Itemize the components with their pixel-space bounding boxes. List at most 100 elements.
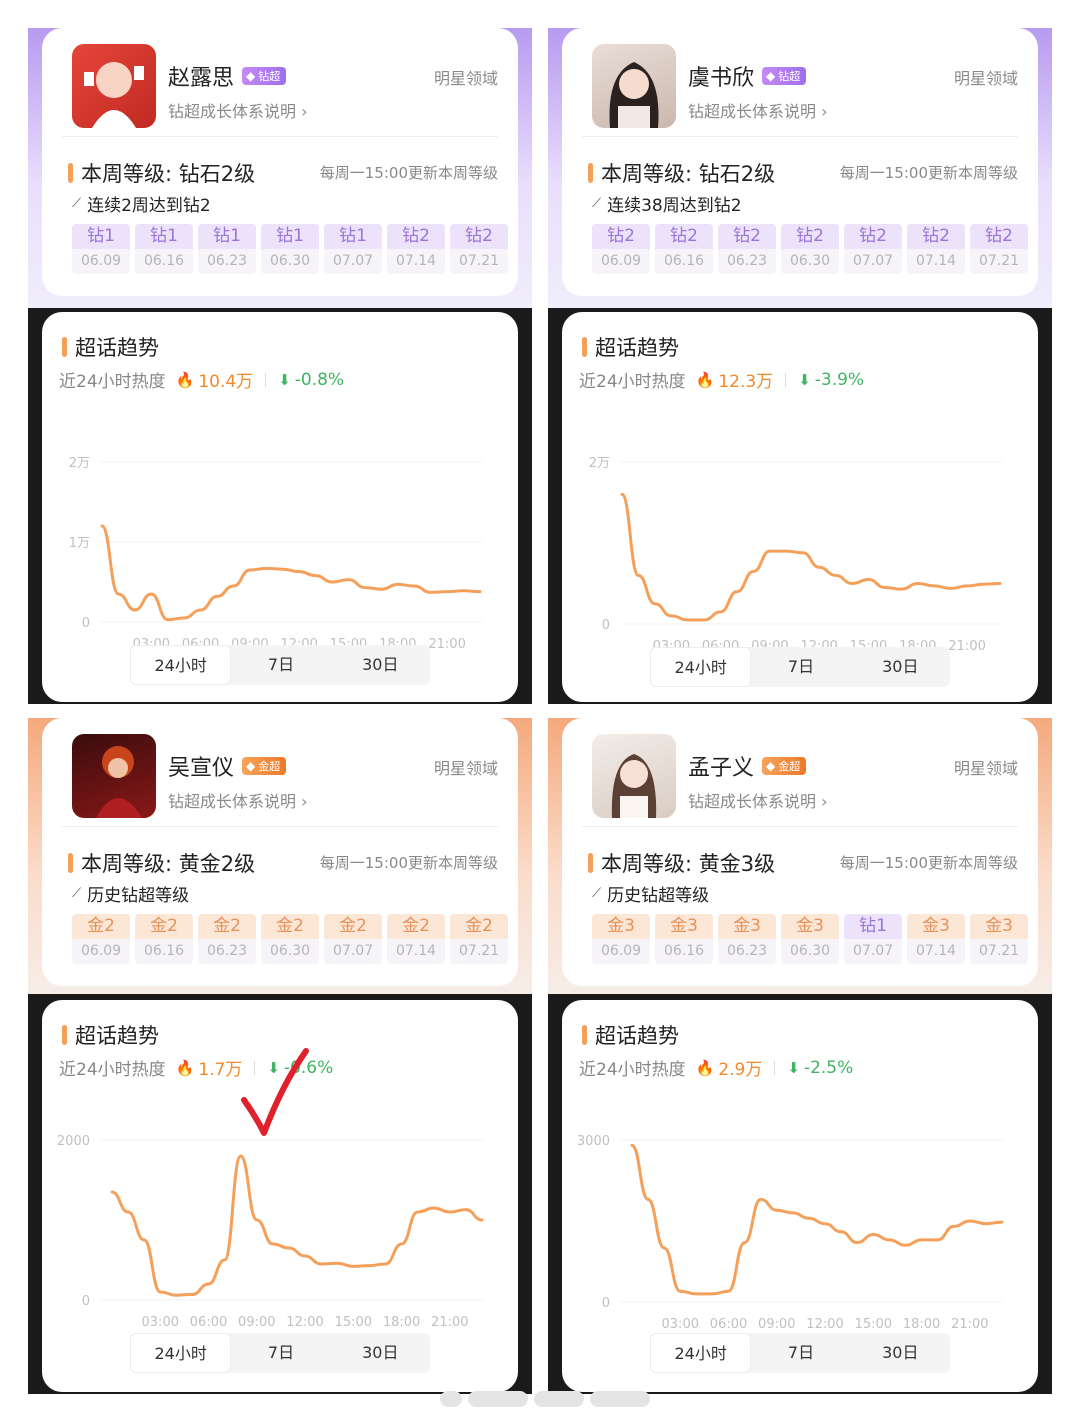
tab-30d[interactable]: 30日 [331, 645, 430, 685]
tab-24h[interactable]: 24小时 [130, 645, 232, 685]
week-level-item: 钻1 06.30 [261, 224, 319, 274]
divider [62, 136, 498, 137]
trend-card: 超话趋势 近24小时热度🔥10.4万⬇-0.8% 01万2万03:0006:00… [42, 312, 518, 702]
week-level-item: 金2 06.09 [72, 914, 130, 964]
weekly-level: 本周等级: 黄金3级 [588, 848, 775, 878]
tab-7d[interactable]: 7日 [751, 647, 850, 687]
tab-24h[interactable]: 24小时 [130, 1333, 232, 1373]
tab-24h[interactable]: 24小时 [650, 1333, 752, 1373]
tab-7d[interactable]: 7日 [751, 1333, 850, 1373]
tab-30d[interactable]: 30日 [851, 1333, 950, 1373]
x-tick-label: 06:00 [190, 1315, 227, 1330]
x-tick-label: 03:00 [142, 1315, 179, 1330]
x-tick-label: 03:00 [662, 1317, 699, 1332]
y-tick-label: 0 [602, 618, 610, 633]
domain-label[interactable]: 明星领域 [434, 755, 498, 779]
growth-system-link[interactable]: 钻超成长体系说明 › [688, 98, 828, 122]
tab-24h[interactable]: 24小时 [650, 647, 752, 687]
star-name: 吴宣仪 ◆ 金超 [168, 750, 287, 782]
x-tick-label: 18:00 [383, 1315, 420, 1330]
week-level-item: 金3 06.09 [592, 914, 650, 964]
diamond-icon: ◆ [766, 759, 776, 773]
week-level-item: 钻2 07.07 [844, 224, 902, 274]
level-streak: ⟋ 历史钻超等级 [592, 886, 710, 906]
profile-card: 孟子义 ◆ 金超 钻超成长体系说明 › 明星领域 本周等级: 黄金3级 每周一15:… [562, 718, 1038, 986]
growth-system-link[interactable]: 钻超成长体系说明 › [168, 788, 308, 812]
y-tick-label: 3000 [577, 1134, 610, 1149]
week-levels: 钻2 06.09 钻2 06.16 钻2 06.23 钻2 06.30 钻2 07.07 … [592, 224, 1028, 274]
x-tick-label: 12:00 [806, 1317, 843, 1332]
star-name: 虞书欣 ◆ 钻超 [688, 60, 807, 92]
diamond-icon: ◆ [246, 69, 256, 83]
x-tick-label: 21:00 [951, 1317, 988, 1332]
week-level-item: 金2 07.14 [387, 914, 445, 964]
week-level-item: 金2 06.23 [198, 914, 256, 964]
profile-card: 吴宣仪 ◆ 金超 钻超成长体系说明 › 明星领域 本周等级: 黄金2级 每周一15:… [42, 718, 518, 986]
x-tick-label: 21:00 [948, 639, 985, 654]
avatar[interactable] [72, 734, 156, 818]
chevron-right-icon: › [821, 102, 828, 121]
profile-card: 赵露思 ◆ 钻超 钻超成长体系说明 › 明星领域 本周等级: 钻石2级 每周一15:… [42, 28, 518, 296]
growth-system-link[interactable]: 钻超成长体系说明 › [168, 98, 308, 122]
panel-4: 孟子义 ◆ 金超 钻超成长体系说明 › 明星领域 本周等级: 黄金3级 每周一15:… [548, 718, 1052, 1394]
y-tick-label: 0 [602, 1296, 610, 1311]
x-tick-label: 15:00 [855, 1317, 892, 1332]
week-levels: 金3 06.09 金3 06.16 金3 06.23 金3 06.30 钻1 07.07 … [592, 914, 1028, 964]
y-tick-label: 2000 [57, 1134, 90, 1149]
domain-label[interactable]: 明星领域 [434, 65, 498, 89]
week-levels: 金2 06.09 金2 06.16 金2 06.23 金2 06.30 金2 07.07 … [72, 914, 508, 964]
week-level-item: 钻1 07.07 [844, 914, 902, 964]
x-tick-label: 09:00 [238, 1315, 275, 1330]
tab-30d[interactable]: 30日 [331, 1333, 430, 1373]
level-streak: ⟋ 连续38周达到钻2 [592, 196, 742, 216]
y-tick-label: 2万 [589, 456, 610, 471]
week-level-item: 钻1 07.07 [324, 224, 382, 274]
x-tick-label: 12:00 [286, 1315, 323, 1330]
y-tick-label: 2万 [69, 456, 90, 471]
week-level-item: 钻2 06.16 [655, 224, 713, 274]
domain-label[interactable]: 明星领域 [954, 65, 1018, 89]
avatar[interactable] [592, 44, 676, 128]
tab-7d[interactable]: 7日 [231, 645, 330, 685]
series-line [630, 1143, 1004, 1296]
update-note: 每周一15:00更新本周等级 [839, 854, 1018, 872]
week-levels: 钻1 06.09 钻1 06.16 钻1 06.23 钻1 06.30 钻1 07.07 … [72, 224, 508, 274]
week-level-item: 钻1 06.16 [135, 224, 193, 274]
growth-system-link[interactable]: 钻超成长体系说明 › [688, 788, 828, 812]
trend-chart: 01万2万03:0006:0009:0012:0015:0018:0021:00 [69, 456, 482, 652]
trend-icon: ⟋ [72, 196, 82, 211]
chevron-right-icon: › [821, 792, 828, 811]
tab-30d[interactable]: 30日 [851, 647, 950, 687]
panel-2: 虞书欣 ◆ 钻超 钻超成长体系说明 › 明星领域 本周等级: 钻石2级 每周一15:… [548, 28, 1052, 704]
week-level-item: 金2 06.30 [261, 914, 319, 964]
week-level-item: 钻2 07.14 [907, 224, 965, 274]
level-streak: ⟋ 历史钻超等级 [72, 886, 190, 906]
series-line [110, 1154, 484, 1297]
week-level-item: 金2 07.07 [324, 914, 382, 964]
update-note: 每周一15:00更新本周等级 [319, 854, 498, 872]
week-level-item: 金3 06.23 [718, 914, 776, 964]
diamond-icon: ◆ [766, 69, 776, 83]
domain-label[interactable]: 明星领域 [954, 755, 1018, 779]
tier-badge: ◆ 钻超 [762, 67, 807, 85]
week-level-item: 钻2 07.14 [387, 224, 445, 274]
trend-icon: ⟋ [592, 886, 602, 901]
y-tick-label: 0 [82, 1294, 90, 1309]
profile-card: 虞书欣 ◆ 钻超 钻超成长体系说明 › 明星领域 本周等级: 钻石2级 每周一15:… [562, 28, 1038, 296]
trend-icon: ⟋ [592, 196, 602, 211]
trend-card: 超话趋势 近24小时热度 🔥 2.9万 ⬇ -2.5% 0 3000 03:00 06:00 0… [562, 1000, 1038, 1392]
star-name: 赵露思 ◆ 钻超 [168, 60, 287, 92]
week-level-item: 金2 06.16 [135, 914, 193, 964]
x-tick-label: 15:00 [335, 1315, 372, 1330]
avatar[interactable] [592, 734, 676, 818]
chevron-right-icon: › [301, 102, 308, 121]
divider [582, 826, 1018, 827]
trend-chart: 02万03:0006:0009:0012:0015:0018:0021:00 [589, 456, 1002, 654]
avatar[interactable] [72, 44, 156, 128]
watermark [440, 1385, 650, 1413]
y-tick-label: 1万 [69, 536, 90, 551]
week-level-item: 钻2 07.21 [450, 224, 508, 274]
level-streak: ⟋ 连续2周达到钻2 [72, 196, 211, 216]
trend-card: 超话趋势 近24小时热度🔥12.3万⬇-3.9% 02万03:0006:0009… [562, 312, 1038, 702]
tab-7d[interactable]: 7日 [231, 1333, 330, 1373]
